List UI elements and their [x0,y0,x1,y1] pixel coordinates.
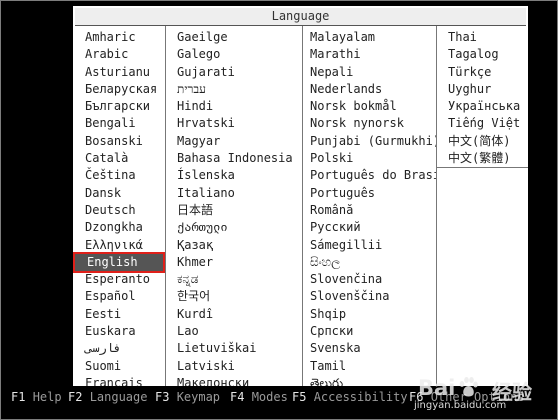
language-option[interactable]: Polski [303,150,436,167]
language-option[interactable]: Português do Brasil [303,167,436,184]
language-option[interactable]: Македонски [166,375,302,386]
language-option[interactable]: Nepali [303,64,436,81]
language-option[interactable]: Norsk nynorsk [303,115,436,132]
fkey-key: F4 [230,390,245,404]
language-option[interactable]: Српски [303,323,436,340]
language-option[interactable]: Magyar [166,133,302,150]
language-option[interactable]: Suomi [73,358,165,375]
language-option[interactable]: Slovenščina [303,288,436,305]
language-option[interactable]: ქართული [166,219,302,236]
language-option[interactable]: Euskara [73,323,165,340]
fkey-f5[interactable]: F5 Accessibility [292,389,408,405]
dialog-title: Language [75,8,526,26]
language-option[interactable]: Uyghur [437,81,528,98]
language-option[interactable]: Bosanski [73,133,165,150]
language-option[interactable]: עברית [166,81,302,98]
language-option[interactable]: Dzongkha [73,219,165,236]
language-column-3: Malayalam Marathi Nepali Nederlands Norsk bo… [303,26,437,386]
fkey-key: F1 [11,390,26,404]
language-option[interactable]: 日本語 [166,202,302,219]
language-option[interactable]: Eesti [73,306,165,323]
language-option[interactable]: Hrvatski [166,115,302,132]
language-option[interactable]: Thai [437,29,528,46]
language-option[interactable]: Marathi [303,46,436,63]
language-option[interactable]: සිංහල [303,254,436,271]
language-option[interactable]: Nederlands [303,81,436,98]
language-option[interactable]: Tiếng Việt [437,115,528,132]
language-option[interactable]: Slovenčina [303,271,436,288]
language-option[interactable]: Español [73,288,165,305]
watermark: Bai 经验 jingyan.baidu.com [414,370,554,418]
language-option[interactable]: Italiano [166,185,302,202]
watermark-brand: Bai [418,376,456,400]
language-option[interactable]: Tagalog [437,46,528,63]
language-option[interactable]: Türkçe [437,64,528,81]
language-option[interactable]: Shqip [303,306,436,323]
language-option[interactable]: Русский [303,219,436,236]
language-option[interactable]: Українська [437,98,528,115]
language-option[interactable]: Ελληνικά [73,237,165,254]
language-option[interactable]: Български [73,98,165,115]
language-option[interactable]: Gujarati [166,64,302,81]
language-option[interactable]: فارسی [73,340,165,357]
language-option[interactable]: Bahasa Indonesia [166,150,302,167]
language-option[interactable]: 한국어 [166,288,302,305]
language-option[interactable]: 中文(简体) [437,133,528,150]
language-option[interactable]: Arabic [73,46,165,63]
language-option[interactable]: Bengali [73,115,165,132]
language-option[interactable]: Lao [166,323,302,340]
language-option[interactable]: Қазақ [166,237,302,254]
language-option[interactable]: Deutsch [73,202,165,219]
fkey-f1[interactable]: F1 Help [11,389,62,405]
watermark-url: jingyan.baidu.com [414,400,507,411]
language-option[interactable]: Dansk [73,185,165,202]
language-option[interactable]: Беларуская [73,81,165,98]
fkey-key: F5 [292,390,307,404]
language-option[interactable]: Norsk bokmål [303,98,436,115]
paw-icon [459,377,478,397]
language-option[interactable]: Amharic [73,29,165,46]
fkey-f2[interactable]: F2 Language [68,389,147,405]
language-option[interactable]: Kurdî [166,306,302,323]
language-option[interactable]: Latviski [166,358,302,375]
language-option[interactable]: Català [73,150,165,167]
fkey-label: Help [32,390,62,404]
language-option[interactable]: Čeština [73,167,165,184]
language-option[interactable]: Română [303,202,436,219]
fkey-label: Accessibility [313,390,408,404]
fkey-label: Modes [251,390,288,404]
language-option[interactable]: Esperanto [73,271,165,288]
language-option[interactable]: Gaeilge [166,29,302,46]
language-option[interactable]: ಕನ್ನಡ [166,271,302,288]
language-option[interactable]: Asturianu [73,64,165,81]
language-dialog: Language Amharic Arabic Asturianu Беларуска… [73,6,528,386]
language-option[interactable]: Hindi [166,98,302,115]
language-column-2: Gaeilge Galego Gujarati עברית Hindi Hrvatski M… [166,26,303,386]
language-option[interactable]: Français [73,375,165,386]
language-column-1: Amharic Arabic Asturianu Беларуская Българск… [73,26,166,386]
language-option-selected[interactable]: English [73,251,165,274]
fkey-key: F2 [68,390,83,404]
fkey-label: Language [89,390,148,404]
fkey-f4[interactable]: F4 Modes [230,389,288,405]
language-column-4: Thai Tagalog Türkçe Uyghur Українська Tiếng V… [437,26,528,386]
fkey-label: Keymap [176,390,221,404]
fkey-f3[interactable]: F3 Keymap [155,389,220,405]
language-option[interactable]: Português [303,185,436,202]
language-option[interactable]: Galego [166,46,302,63]
language-option[interactable]: Svenska [303,340,436,357]
language-option[interactable]: Malayalam [303,29,436,46]
language-option[interactable]: Sámegillii [303,237,436,254]
language-option[interactable]: Íslenska [166,167,302,184]
language-option[interactable]: 中文(繁體) [437,150,528,167]
language-option[interactable]: Punjabi (Gurmukhi) [303,133,436,150]
language-option[interactable]: Lietuviškai [166,340,302,357]
fkey-key: F3 [155,390,170,404]
language-option[interactable]: Khmer [166,254,302,271]
